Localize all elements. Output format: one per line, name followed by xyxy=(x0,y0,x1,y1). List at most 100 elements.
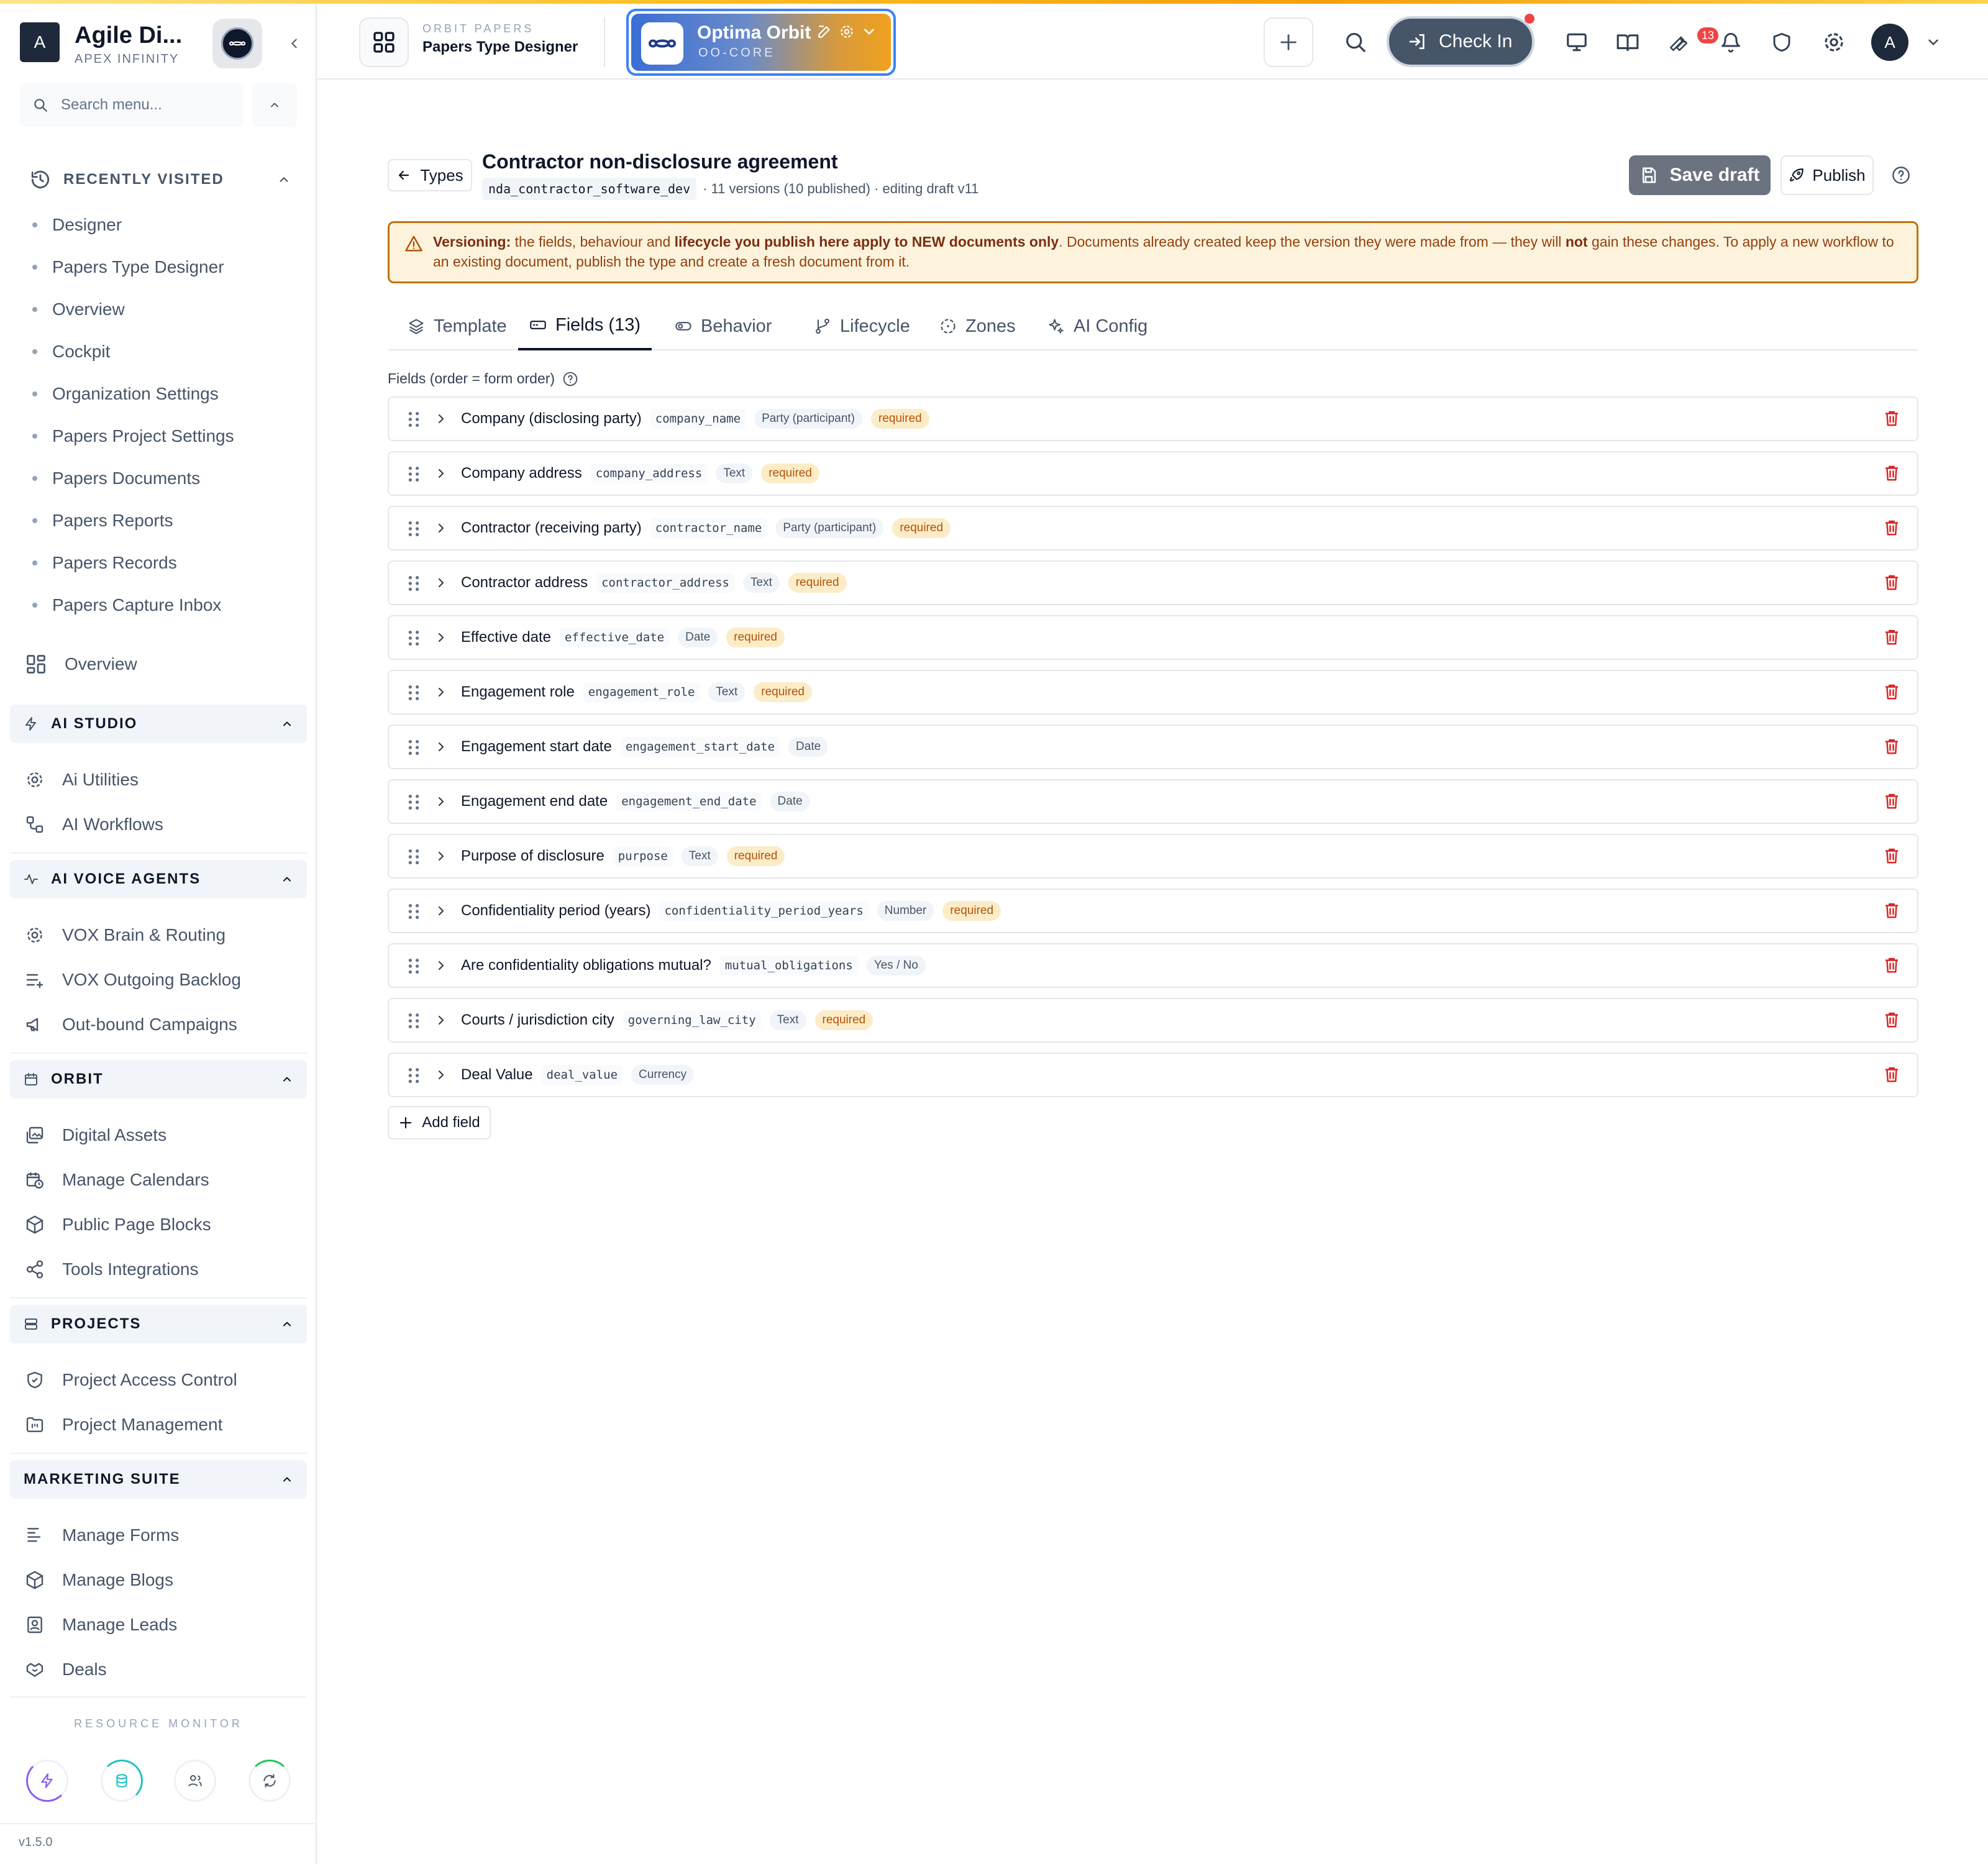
back-to-types-button[interactable]: Types xyxy=(388,159,472,191)
workspace-switcher[interactable]: Optima Orbit OO-CORE xyxy=(626,9,896,76)
sidebar-item-public-page-blocks[interactable]: Public Page Blocks xyxy=(25,1203,298,1246)
user-menu-toggle[interactable] xyxy=(1915,24,1952,61)
drag-handle-icon[interactable] xyxy=(405,1066,422,1085)
sidebar-item-manage-forms[interactable]: Manage Forms xyxy=(25,1514,298,1557)
chevron-right-icon[interactable] xyxy=(434,739,449,754)
recent-item[interactable]: Papers Type Designer xyxy=(32,246,293,288)
cpu-monitor[interactable] xyxy=(26,1760,68,1802)
group-ai-voice-agents[interactable]: AI VOICE AGENTS xyxy=(10,860,307,898)
chevron-right-icon[interactable] xyxy=(434,411,449,426)
field-row[interactable]: Engagement end date engagement_end_date Da… xyxy=(388,779,1918,824)
sidebar-item-digital-assets[interactable]: Digital Assets xyxy=(25,1113,298,1157)
sidebar-search-input[interactable]: Search menu... xyxy=(61,96,162,114)
chevron-right-icon[interactable] xyxy=(434,849,449,864)
sidebar-item-outbound-campaigns[interactable]: Out-bound Campaigns xyxy=(25,1003,298,1046)
chevron-up-icon[interactable] xyxy=(252,83,297,127)
sidebar-item-manage-calendars[interactable]: Manage Calendars xyxy=(25,1158,298,1202)
recent-item[interactable]: Papers Reports xyxy=(32,500,293,542)
field-row[interactable]: Courts / jurisdiction city governing_law_… xyxy=(388,998,1918,1043)
tab-zones[interactable]: Zones xyxy=(928,302,1027,350)
delete-field-icon[interactable] xyxy=(1882,573,1901,592)
field-row[interactable]: Purpose of disclosure purpose Text required xyxy=(388,834,1918,879)
delete-field-icon[interactable] xyxy=(1882,901,1901,920)
notifications-button[interactable] xyxy=(1712,24,1749,61)
edit-icon[interactable] xyxy=(816,24,832,40)
field-row[interactable]: Are confidentiality obligations mutual? m… xyxy=(388,943,1918,988)
chevron-up-icon[interactable] xyxy=(277,173,291,186)
recent-item[interactable]: Designer xyxy=(32,204,293,246)
sidebar-item-manage-blogs[interactable]: Manage Blogs xyxy=(25,1558,298,1602)
sidebar-item-overview[interactable]: Overview xyxy=(25,642,298,686)
recent-item[interactable]: Organization Settings xyxy=(32,373,293,415)
create-button[interactable] xyxy=(1264,17,1313,67)
sidebar-search[interactable]: Search menu... xyxy=(20,83,244,127)
drag-handle-icon[interactable] xyxy=(405,902,422,921)
sidebar-item-ai-workflows[interactable]: AI Workflows xyxy=(25,803,298,846)
help-icon[interactable] xyxy=(1889,163,1913,188)
gear-icon[interactable] xyxy=(839,24,855,40)
monitor-button[interactable] xyxy=(1558,24,1595,61)
chevron-right-icon[interactable] xyxy=(434,903,449,918)
chevron-right-icon[interactable] xyxy=(434,1013,449,1028)
help-icon[interactable] xyxy=(562,371,578,387)
recent-item[interactable]: Papers Project Settings xyxy=(32,415,293,457)
delete-field-icon[interactable] xyxy=(1882,682,1901,701)
tab-ai-config[interactable]: AI Config xyxy=(1036,302,1159,350)
add-field-button[interactable]: Add field xyxy=(388,1106,491,1140)
delete-field-icon[interactable] xyxy=(1882,518,1901,537)
delete-field-icon[interactable] xyxy=(1882,737,1901,756)
field-row[interactable]: Contractor address contractor_address Text… xyxy=(388,560,1918,605)
chevron-right-icon[interactable] xyxy=(434,521,449,536)
org-header[interactable]: A Agile Di... APEX INFINITY xyxy=(20,17,306,70)
chevron-right-icon[interactable] xyxy=(434,794,449,809)
delete-field-icon[interactable] xyxy=(1882,1065,1901,1084)
check-in-button[interactable]: Check In xyxy=(1387,16,1534,67)
sidebar-item-project-management[interactable]: Project Management xyxy=(25,1403,298,1446)
drag-handle-icon[interactable] xyxy=(405,1012,422,1030)
chevron-right-icon[interactable] xyxy=(434,958,449,973)
group-ai-studio[interactable]: AI STUDIO xyxy=(10,705,307,743)
sidebar-item-deals[interactable]: Deals xyxy=(25,1648,298,1691)
chevron-down-icon[interactable] xyxy=(861,24,877,40)
storage-monitor[interactable] xyxy=(101,1760,143,1802)
sidebar-item-tools-integrations[interactable]: Tools Integrations xyxy=(25,1248,298,1291)
delete-field-icon[interactable] xyxy=(1882,846,1901,865)
security-button[interactable] xyxy=(1763,24,1800,61)
drag-handle-icon[interactable] xyxy=(405,465,422,483)
sync-monitor[interactable] xyxy=(248,1760,291,1802)
field-row[interactable]: Effective date effective_date Date required xyxy=(388,615,1918,660)
drag-handle-icon[interactable] xyxy=(405,574,422,593)
group-projects[interactable]: PROJECTS xyxy=(10,1305,307,1343)
recent-item[interactable]: Papers Records xyxy=(32,542,293,584)
drag-handle-icon[interactable] xyxy=(405,629,422,647)
drag-handle-icon[interactable] xyxy=(405,410,422,429)
delete-field-icon[interactable] xyxy=(1882,956,1901,974)
users-monitor[interactable] xyxy=(174,1760,216,1802)
publish-button[interactable]: Publish xyxy=(1781,155,1874,195)
field-row[interactable]: Company (disclosing party) company_name Pa… xyxy=(388,396,1918,441)
chevron-right-icon[interactable] xyxy=(434,630,449,645)
tab-template[interactable]: Template xyxy=(396,302,518,350)
collapse-sidebar-icon[interactable] xyxy=(281,30,308,57)
settings-button[interactable] xyxy=(1815,24,1853,61)
tools-button[interactable] xyxy=(1660,24,1697,61)
app-grid-button[interactable] xyxy=(359,17,409,67)
tab-behavior[interactable]: Behavior xyxy=(663,302,783,350)
recent-item[interactable]: Overview xyxy=(32,288,293,331)
docs-button[interactable] xyxy=(1609,24,1646,61)
recent-item[interactable]: Papers Documents xyxy=(32,457,293,500)
field-row[interactable]: Engagement start date engagement_start_da… xyxy=(388,724,1918,769)
field-row[interactable]: Engagement role engagement_role Text requir… xyxy=(388,670,1918,715)
sidebar-item-manage-leads[interactable]: Manage Leads xyxy=(25,1603,298,1647)
recently-visited-header[interactable]: RECENTLY VISITED xyxy=(30,164,291,195)
sidebar-item-vox-brain[interactable]: VOX Brain & Routing xyxy=(25,913,298,957)
sidebar-item-ai-utilities[interactable]: Ai Utilities xyxy=(25,758,298,802)
field-row[interactable]: Deal Value deal_value Currency xyxy=(388,1053,1918,1097)
delete-field-icon[interactable] xyxy=(1882,464,1901,482)
drag-handle-icon[interactable] xyxy=(405,957,422,975)
chevron-right-icon[interactable] xyxy=(434,575,449,590)
save-draft-button[interactable]: Save draft xyxy=(1629,155,1771,195)
delete-field-icon[interactable] xyxy=(1882,1010,1901,1029)
search-button[interactable] xyxy=(1337,24,1374,61)
org-logo-icon[interactable] xyxy=(212,19,262,68)
